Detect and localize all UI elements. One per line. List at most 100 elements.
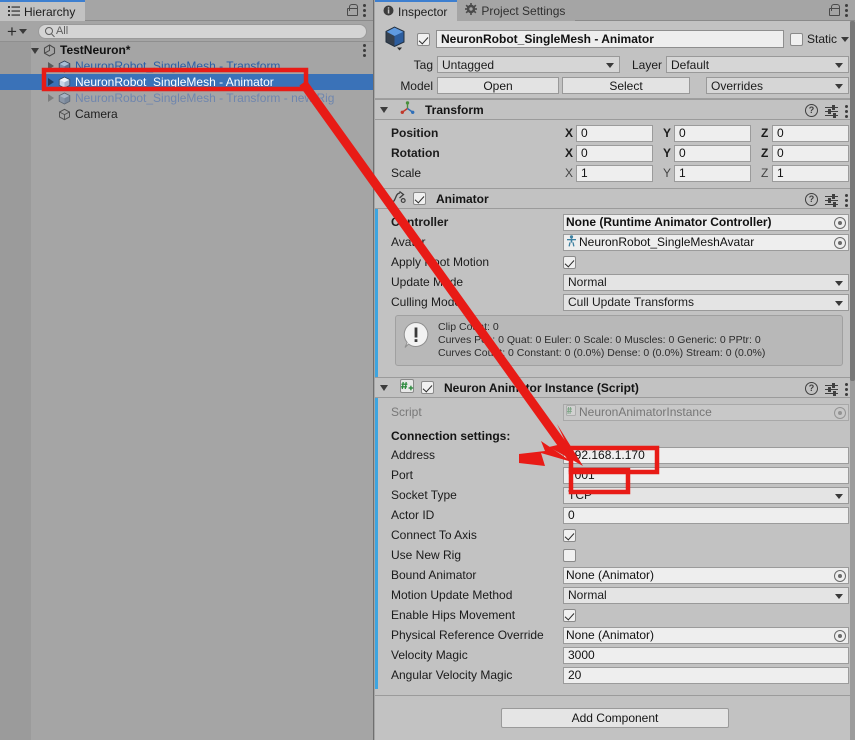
help-icon[interactable]: ? (805, 104, 818, 117)
motion-update-method-dropdown[interactable]: Normal (563, 586, 849, 604)
axis-z-label: Z (761, 146, 769, 160)
socket-type-value: TCP (568, 488, 592, 502)
tree-item-animator[interactable]: NeuronRobot_SingleMesh - Animator (0, 74, 373, 90)
velocity-magic-input[interactable]: 3000 (563, 646, 849, 664)
component-menu-icon[interactable] (845, 382, 849, 396)
enable-hips-movement-checkbox[interactable] (563, 608, 576, 622)
component-menu-icon[interactable] (845, 193, 849, 207)
neuron-enabled-checkbox[interactable] (421, 381, 434, 394)
tab-project-settings[interactable]: Project Settings (457, 0, 576, 21)
search-input[interactable]: All (37, 23, 367, 39)
scene-menu-icon[interactable] (363, 43, 367, 57)
component-menu-icon[interactable] (845, 104, 849, 118)
culling-mode-dropdown[interactable]: Cull Update Transforms (563, 293, 849, 311)
prefab-icon (58, 76, 71, 89)
socket-type-dropdown[interactable]: TCP (563, 486, 849, 504)
rotation-z-input[interactable]: 0 (772, 144, 849, 162)
use-new-rig-checkbox[interactable] (563, 548, 576, 562)
address-input[interactable]: 192.168.1.170 (563, 446, 849, 464)
position-z-input[interactable]: 0 (772, 124, 849, 142)
scale-x-input[interactable]: 1 (576, 164, 653, 182)
scale-z-input[interactable]: 1 (772, 164, 849, 182)
neuron-component-header[interactable]: Neuron Animator Instance (Script) ? (375, 377, 855, 398)
preset-icon[interactable] (825, 193, 838, 207)
update-mode-dropdown[interactable]: Normal (563, 273, 849, 291)
prefab-icon[interactable] (383, 26, 411, 52)
tag-value: Untagged (442, 57, 495, 72)
lock-icon[interactable] (828, 4, 840, 16)
inspector-scrollbar-thumb[interactable] (850, 21, 855, 381)
avatar-object-field[interactable]: NeuronRobot_SingleMeshAvatar (563, 233, 849, 251)
tree-item-transform[interactable]: NeuronRobot_SingleMesh - Transform (0, 58, 373, 74)
foldout-open-icon[interactable] (380, 384, 388, 391)
chevron-down-icon (835, 63, 843, 68)
neuron-actor-id-row: Actor ID 0 (381, 506, 849, 524)
static-toggle[interactable]: Static (789, 32, 849, 46)
help-icon[interactable]: ? (805, 382, 818, 395)
port-input[interactable]: 7001 (563, 466, 849, 484)
object-picker-icon[interactable] (834, 216, 846, 229)
tree-item-label: NeuronRobot_SingleMesh - Transform (75, 59, 281, 73)
neuron-physical-reference-override-row: Physical Reference Override None (Animat… (381, 626, 849, 644)
use-new-rig-field (563, 548, 849, 562)
tree-item-camera[interactable]: Camera (0, 106, 373, 122)
position-x-input[interactable]: 0 (576, 124, 653, 142)
physical-reference-override-object-field[interactable]: None (Animator) (563, 626, 849, 644)
avatar-value: NeuronRobot_SingleMeshAvatar (579, 235, 755, 249)
apply-root-motion-checkbox[interactable] (563, 255, 576, 269)
axis-y-label: Y (663, 126, 672, 140)
rotation-y-input[interactable]: 0 (674, 144, 751, 162)
foldout-open-icon[interactable] (380, 106, 388, 113)
foldout-closed-icon[interactable] (48, 62, 54, 70)
object-picker-icon[interactable] (834, 629, 846, 642)
foldout-closed-icon[interactable] (48, 78, 54, 86)
address-field-wrap: 192.168.1.170 (563, 446, 849, 464)
controller-object-field[interactable]: None (Runtime Animator Controller) (563, 213, 849, 231)
actor-id-input[interactable]: 0 (563, 506, 849, 524)
model-select-button[interactable]: Select (562, 77, 690, 94)
script-object-field: NeuronAnimatorInstance (563, 403, 849, 421)
object-picker-icon[interactable] (834, 236, 846, 249)
animator-component-header[interactable]: Animator ? (375, 188, 855, 209)
tag-dropdown[interactable]: Untagged (437, 56, 620, 73)
connect-to-axis-checkbox[interactable] (563, 528, 576, 542)
tree-item-transform-new-rig[interactable]: NeuronRobot_SingleMesh - Transform - new… (0, 90, 373, 106)
inspector-scrollbar[interactable] (850, 21, 855, 740)
bound-animator-object-field[interactable]: None (Animator) (563, 566, 849, 584)
static-checkbox[interactable] (789, 32, 803, 46)
port-label: Port (391, 468, 414, 482)
foldout-open-icon[interactable] (31, 48, 39, 54)
tab-inspector[interactable]: Inspector (375, 0, 458, 21)
model-open-label: Open (483, 78, 513, 93)
inspector-menu-icon[interactable] (845, 3, 849, 17)
rotation-x-input[interactable]: 0 (576, 144, 653, 162)
rotation-vector3: X 0 Y 0 Z 0 (563, 144, 849, 162)
model-select-label: Select (609, 78, 643, 93)
scale-y-input[interactable]: 1 (674, 164, 751, 182)
object-name-value: NeuronRobot_SingleMesh - Animator (441, 32, 654, 46)
hierarchy-menu-icon[interactable] (363, 3, 367, 17)
foldout-closed-icon[interactable] (48, 94, 54, 102)
preset-icon[interactable] (825, 382, 838, 396)
transform-component-header[interactable]: Transform ? (375, 99, 855, 120)
model-open-button[interactable]: Open (437, 77, 559, 94)
position-y-value: 0 (679, 126, 686, 140)
object-name-field[interactable]: NeuronRobot_SingleMesh - Animator (436, 30, 784, 48)
help-icon[interactable]: ? (805, 193, 818, 206)
add-component-button[interactable]: Add Component (501, 708, 729, 728)
preset-icon[interactable] (825, 104, 838, 118)
angular-velocity-magic-input[interactable]: 20 (563, 666, 849, 684)
overrides-dropdown[interactable]: Overrides (706, 77, 849, 94)
object-enabled-checkbox[interactable] (417, 32, 430, 46)
layer-dropdown[interactable]: Default (666, 56, 849, 73)
tree-item-testneuron[interactable]: TestNeuron* (0, 42, 373, 58)
update-mode-value: Normal (568, 275, 607, 289)
tab-hierarchy[interactable]: Hierarchy (0, 0, 86, 21)
chevron-down-icon[interactable] (841, 36, 849, 42)
create-button[interactable]: + (4, 23, 30, 40)
position-x-value: 0 (581, 126, 588, 140)
object-picker-icon[interactable] (834, 569, 846, 582)
lock-icon[interactable] (346, 4, 358, 16)
position-y-input[interactable]: 0 (674, 124, 751, 142)
animator-enabled-checkbox[interactable] (413, 192, 426, 205)
